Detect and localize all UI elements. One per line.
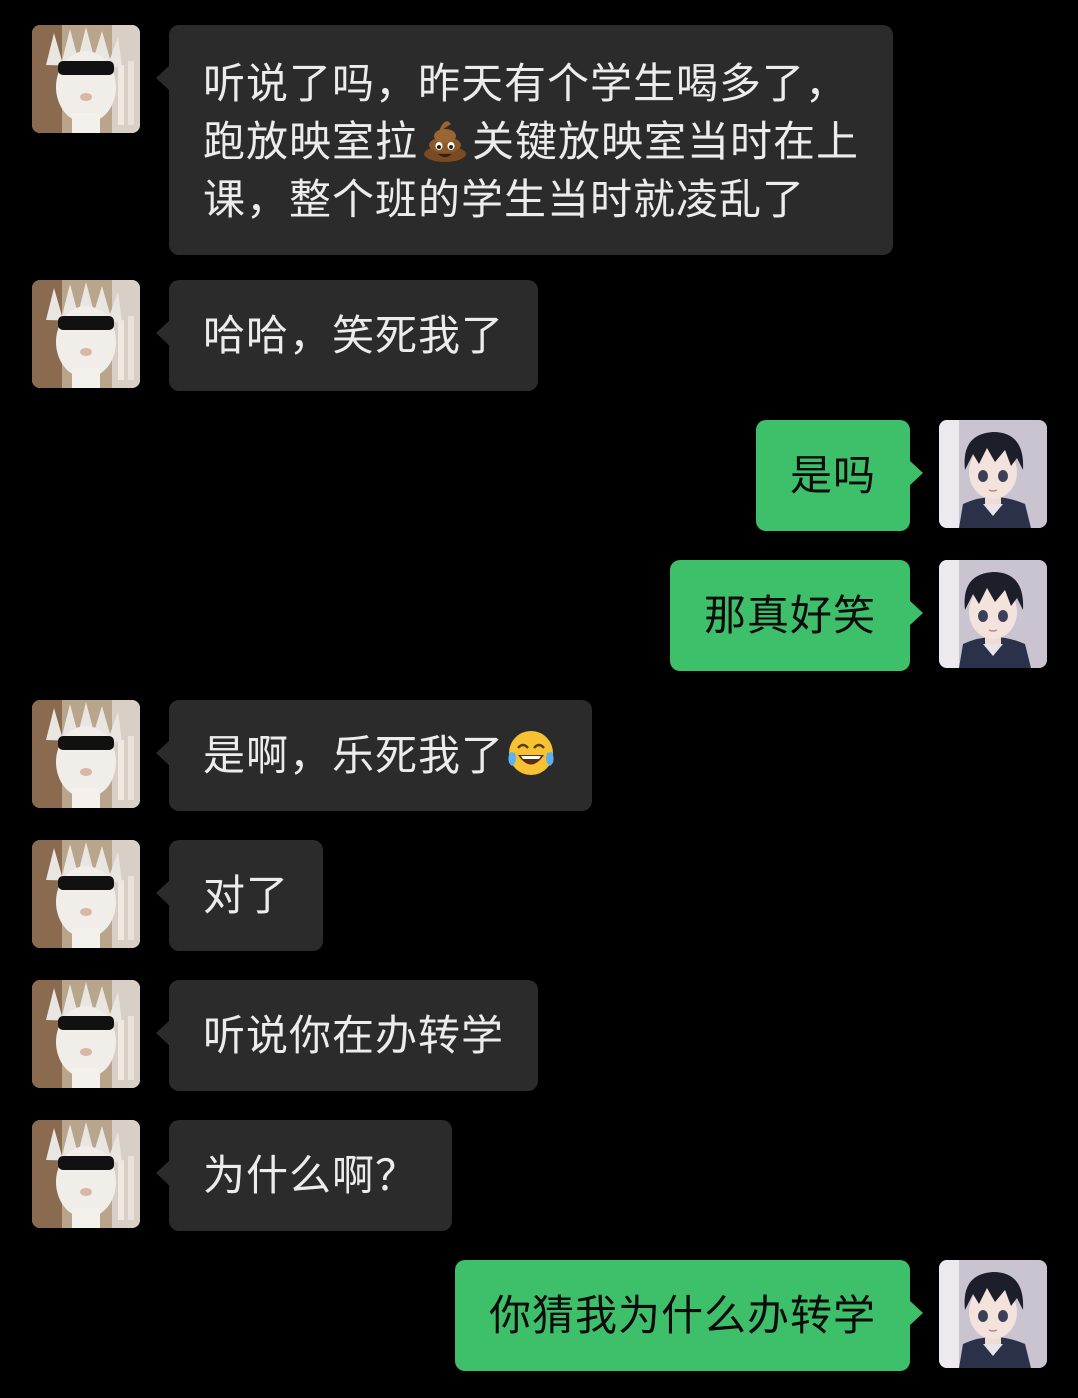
message-bubble-incoming[interactable]: 是啊，乐死我了	[155, 700, 593, 811]
self-avatar[interactable]	[939, 1260, 1047, 1368]
message-text: 那真好笑	[703, 591, 876, 640]
message-bubble-outgoing[interactable]: 那真好笑	[669, 560, 924, 671]
message-bubble-incoming[interactable]: 听说你在办转学	[155, 980, 539, 1091]
tears-of-joy-emoji-icon	[506, 728, 556, 778]
message-bubble-outgoing[interactable]: 是吗	[755, 420, 924, 531]
message-text: 听说了吗，昨天有个学生喝多了，	[203, 59, 849, 108]
contact-avatar[interactable]	[32, 280, 140, 388]
contact-avatar[interactable]	[32, 700, 140, 808]
message-text: 对了	[203, 871, 290, 920]
self-avatar[interactable]	[939, 420, 1047, 528]
message-text: 跑放映室拉	[203, 117, 419, 166]
message-bubble-incoming[interactable]: 哈哈，笑死我了	[155, 280, 539, 391]
message-text: 听说你在办转学	[203, 1011, 505, 1060]
message-bubble-incoming[interactable]: 听说了吗，昨天有个学生喝多了， 跑放映室拉 关键放映室当时在上 课，整个班的学生当…	[155, 25, 894, 255]
contact-avatar[interactable]	[32, 980, 140, 1088]
message-bubble-incoming[interactable]: 为什么啊？	[155, 1120, 453, 1231]
contact-avatar[interactable]	[32, 1120, 140, 1228]
message-text: 为什么啊？	[203, 1151, 419, 1200]
message-text: 关键放映室当时在上	[472, 117, 860, 166]
poop-emoji-icon	[420, 114, 470, 164]
contact-avatar[interactable]	[32, 840, 140, 948]
message-text: 哈哈，笑死我了	[203, 311, 505, 360]
message-text: 你猜我为什么办转学	[488, 1291, 876, 1340]
message-bubble-incoming[interactable]: 对了	[155, 840, 324, 951]
message-text: 是吗	[789, 451, 876, 500]
message-text: 是啊，乐死我了	[203, 731, 505, 780]
contact-avatar[interactable]	[32, 25, 140, 133]
self-avatar[interactable]	[939, 560, 1047, 668]
message-text: 课，整个班的学生当时就凌乱了	[203, 175, 806, 224]
message-bubble-outgoing[interactable]: 你猜我为什么办转学	[454, 1260, 924, 1371]
